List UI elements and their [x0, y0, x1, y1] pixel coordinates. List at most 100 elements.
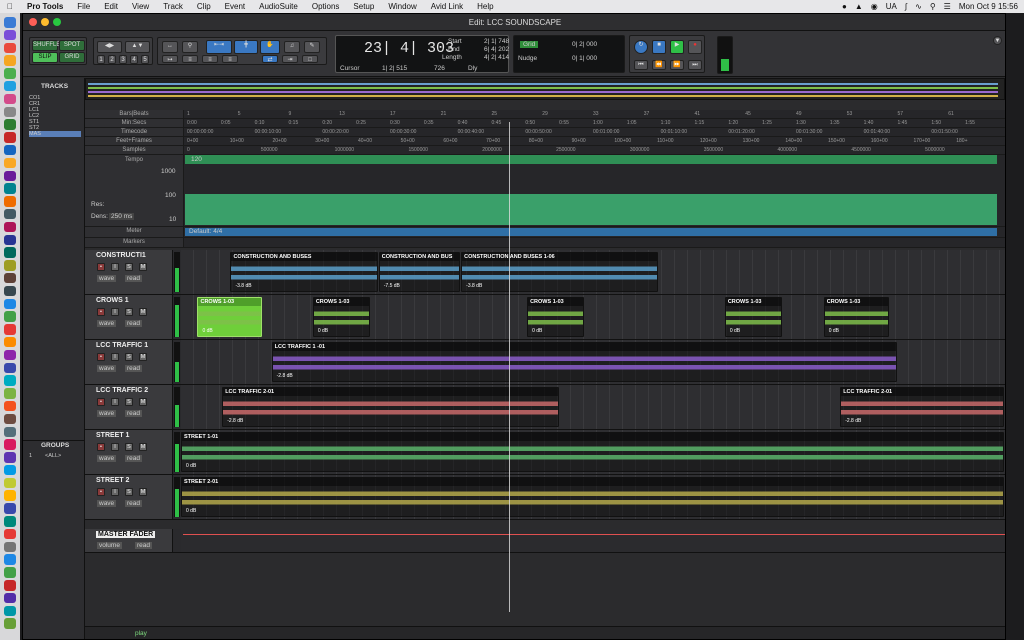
- track-lane[interactable]: STREET 1-01 0 dB: [181, 430, 1005, 474]
- dock-app-icon[interactable]: [4, 93, 16, 105]
- grid-label[interactable]: Grid: [520, 41, 539, 48]
- track-list-item[interactable]: MAS: [29, 131, 81, 137]
- ruler-markers[interactable]: Markers: [85, 238, 1005, 248]
- record-arm-button[interactable]: •: [97, 308, 105, 316]
- magnifier-icon[interactable]: ⚲: [182, 41, 198, 53]
- ruler-samples[interactable]: Samples 0 500000 1000000 1500000 2000000 25000…: [85, 146, 1005, 155]
- mode-slip[interactable]: SLIP: [32, 52, 58, 63]
- record-arm-button[interactable]: •: [97, 443, 105, 451]
- track-name[interactable]: MASTER FADER: [96, 531, 156, 538]
- mute-button[interactable]: M: [139, 353, 147, 361]
- dock-app-icon[interactable]: [4, 132, 16, 143]
- track-view-selector[interactable]: wave: [97, 320, 117, 327]
- loop-icon[interactable]: ↻: [634, 40, 648, 54]
- clip-gain[interactable]: 0 dB: [186, 508, 196, 514]
- solo-button[interactable]: S: [125, 488, 133, 496]
- zoom-preset-1[interactable]: 1: [97, 55, 105, 64]
- clip-gain[interactable]: 0 dB: [829, 328, 839, 334]
- clip-gain[interactable]: -2.8 dB: [845, 418, 861, 424]
- clip-gain[interactable]: -2.8 dB: [227, 418, 243, 424]
- audio-clip[interactable]: CROWS 1-03 0 dB: [527, 297, 584, 337]
- record-arm-button[interactable]: •: [97, 353, 105, 361]
- ruler-bars-beats[interactable]: Bars|Beats 1 5 9 13 17 21 25 29 33 37 41 45 49 53 57 61: [85, 110, 1005, 119]
- return-to-zero-icon[interactable]: ⏮: [634, 60, 648, 70]
- dock-app-icon[interactable]: [4, 119, 16, 130]
- toolbar-menu-icon[interactable]: ▼: [993, 36, 1002, 45]
- dock-app-icon[interactable]: [4, 170, 16, 182]
- record-icon[interactable]: ●: [688, 40, 702, 54]
- zoom-button[interactable]: [53, 18, 61, 26]
- go-to-end-icon[interactable]: ⏭: [688, 60, 702, 70]
- dock-app-icon[interactable]: [4, 452, 16, 463]
- track-lane[interactable]: CONSTRUCTION AND BUSES -3.8 dB CONSTRUCTIO…: [181, 250, 1005, 294]
- dock-app-icon[interactable]: [4, 208, 16, 220]
- dock-app-icon[interactable]: [4, 528, 16, 540]
- ruler-feet-frames[interactable]: Feet+Frames 0+00 10+00 20+00 30+00 40+00 50+00…: [85, 137, 1005, 146]
- record-arm-button[interactable]: •: [97, 488, 105, 496]
- clip-gain[interactable]: -2.8 dB: [277, 373, 293, 379]
- track-name[interactable]: CONSTRUCTI1: [96, 252, 146, 259]
- dock-app-icon[interactable]: [4, 554, 16, 565]
- play-icon[interactable]: ▶: [670, 40, 684, 54]
- menu-avid-link[interactable]: Avid Link: [424, 2, 470, 11]
- zoom-out-icon[interactable]: ◀▶: [97, 41, 122, 53]
- dock-app-icon[interactable]: [4, 567, 16, 578]
- dock-app-icon[interactable]: [4, 592, 16, 604]
- audio-clip[interactable]: LCC TRAFFIC 2-01 -2.8 dB: [840, 387, 1004, 427]
- universe-overview[interactable]: [85, 78, 1005, 100]
- input-monitor-button[interactable]: I: [111, 398, 119, 406]
- clip-gain[interactable]: 0 dB: [202, 328, 212, 334]
- track-lane[interactable]: CROWS 1-03 0 dB CROWS 1-03 0 dB CROWS 1-03 0 …: [181, 295, 1005, 339]
- menu-file[interactable]: File: [70, 2, 97, 11]
- track-lane[interactable]: LCC TRAFFIC 2-01 -2.8 dB LCC TRAFFIC 2-01 -…: [181, 385, 1005, 429]
- clip-gain[interactable]: -3.8 dB: [466, 283, 482, 289]
- audio-clip[interactable]: CROWS 1-03 0 dB: [197, 297, 263, 337]
- dock-app-icon[interactable]: [4, 503, 16, 514]
- apple-icon[interactable]: : [0, 2, 20, 11]
- dock-app-icon[interactable]: [4, 80, 16, 92]
- dock-app-icon[interactable]: [4, 336, 16, 348]
- menu-clip[interactable]: Clip: [190, 2, 218, 11]
- input-monitor-button[interactable]: I: [111, 443, 119, 451]
- track-name[interactable]: CROWS 1: [96, 297, 129, 304]
- dock-app-icon[interactable]: [4, 234, 16, 246]
- automation-mode[interactable]: read: [125, 320, 143, 327]
- zoom-preset-4[interactable]: 4: [130, 55, 138, 64]
- status-icon[interactable]: ▲: [855, 2, 863, 11]
- tab-icon[interactable]: ⇥: [282, 55, 298, 63]
- track-view-selector[interactable]: wave: [97, 365, 117, 372]
- scroll-icon[interactable]: ⇄: [262, 55, 278, 63]
- track-name[interactable]: STREET 2: [96, 477, 129, 484]
- control-center-icon[interactable]: ☰: [944, 2, 951, 11]
- close-button[interactable]: [29, 18, 37, 26]
- main-counter-value[interactable]: 23| 4| 303: [364, 40, 454, 57]
- solo-button[interactable]: S: [125, 443, 133, 451]
- track-name[interactable]: STREET 1: [96, 432, 129, 439]
- audio-clip[interactable]: LCC TRAFFIC 1 -01 -2.8 dB: [271, 342, 897, 382]
- dock-app-icon[interactable]: [4, 362, 16, 374]
- insertion-follows-icon[interactable]: ↦: [162, 55, 178, 63]
- dock-app-icon[interactable]: [4, 311, 16, 322]
- automation-mode[interactable]: read: [125, 365, 143, 372]
- zoom-preset-3[interactable]: 3: [119, 55, 127, 64]
- dock-app-icon[interactable]: [4, 55, 16, 66]
- selector-tool-icon[interactable]: ╋: [234, 40, 258, 54]
- ruler-meter[interactable]: Meter Default: 4/4: [85, 227, 1005, 238]
- dock-app-icon[interactable]: [4, 196, 16, 207]
- dock-app-icon[interactable]: [4, 144, 16, 156]
- dock-app-icon[interactable]: [4, 426, 16, 437]
- menu-help[interactable]: Help: [470, 2, 500, 11]
- nudge-value[interactable]: 0| 1| 000: [572, 55, 597, 62]
- zoomer-tool-icon[interactable]: ↔: [162, 41, 178, 53]
- dock-app-icon[interactable]: [4, 413, 16, 425]
- clip-gain[interactable]: 0 dB: [730, 328, 740, 334]
- trim-tool-icon[interactable]: ⇤⇥: [206, 40, 232, 54]
- fast-forward-icon[interactable]: ⏩: [670, 60, 684, 70]
- menu-options[interactable]: Options: [305, 2, 347, 11]
- dock-app-icon[interactable]: [4, 490, 16, 501]
- dock-app-icon[interactable]: [4, 260, 16, 271]
- input-monitor-button[interactable]: I: [111, 263, 119, 271]
- input-monitor-button[interactable]: I: [111, 353, 119, 361]
- mute-button[interactable]: M: [139, 398, 147, 406]
- solo-button[interactable]: S: [125, 308, 133, 316]
